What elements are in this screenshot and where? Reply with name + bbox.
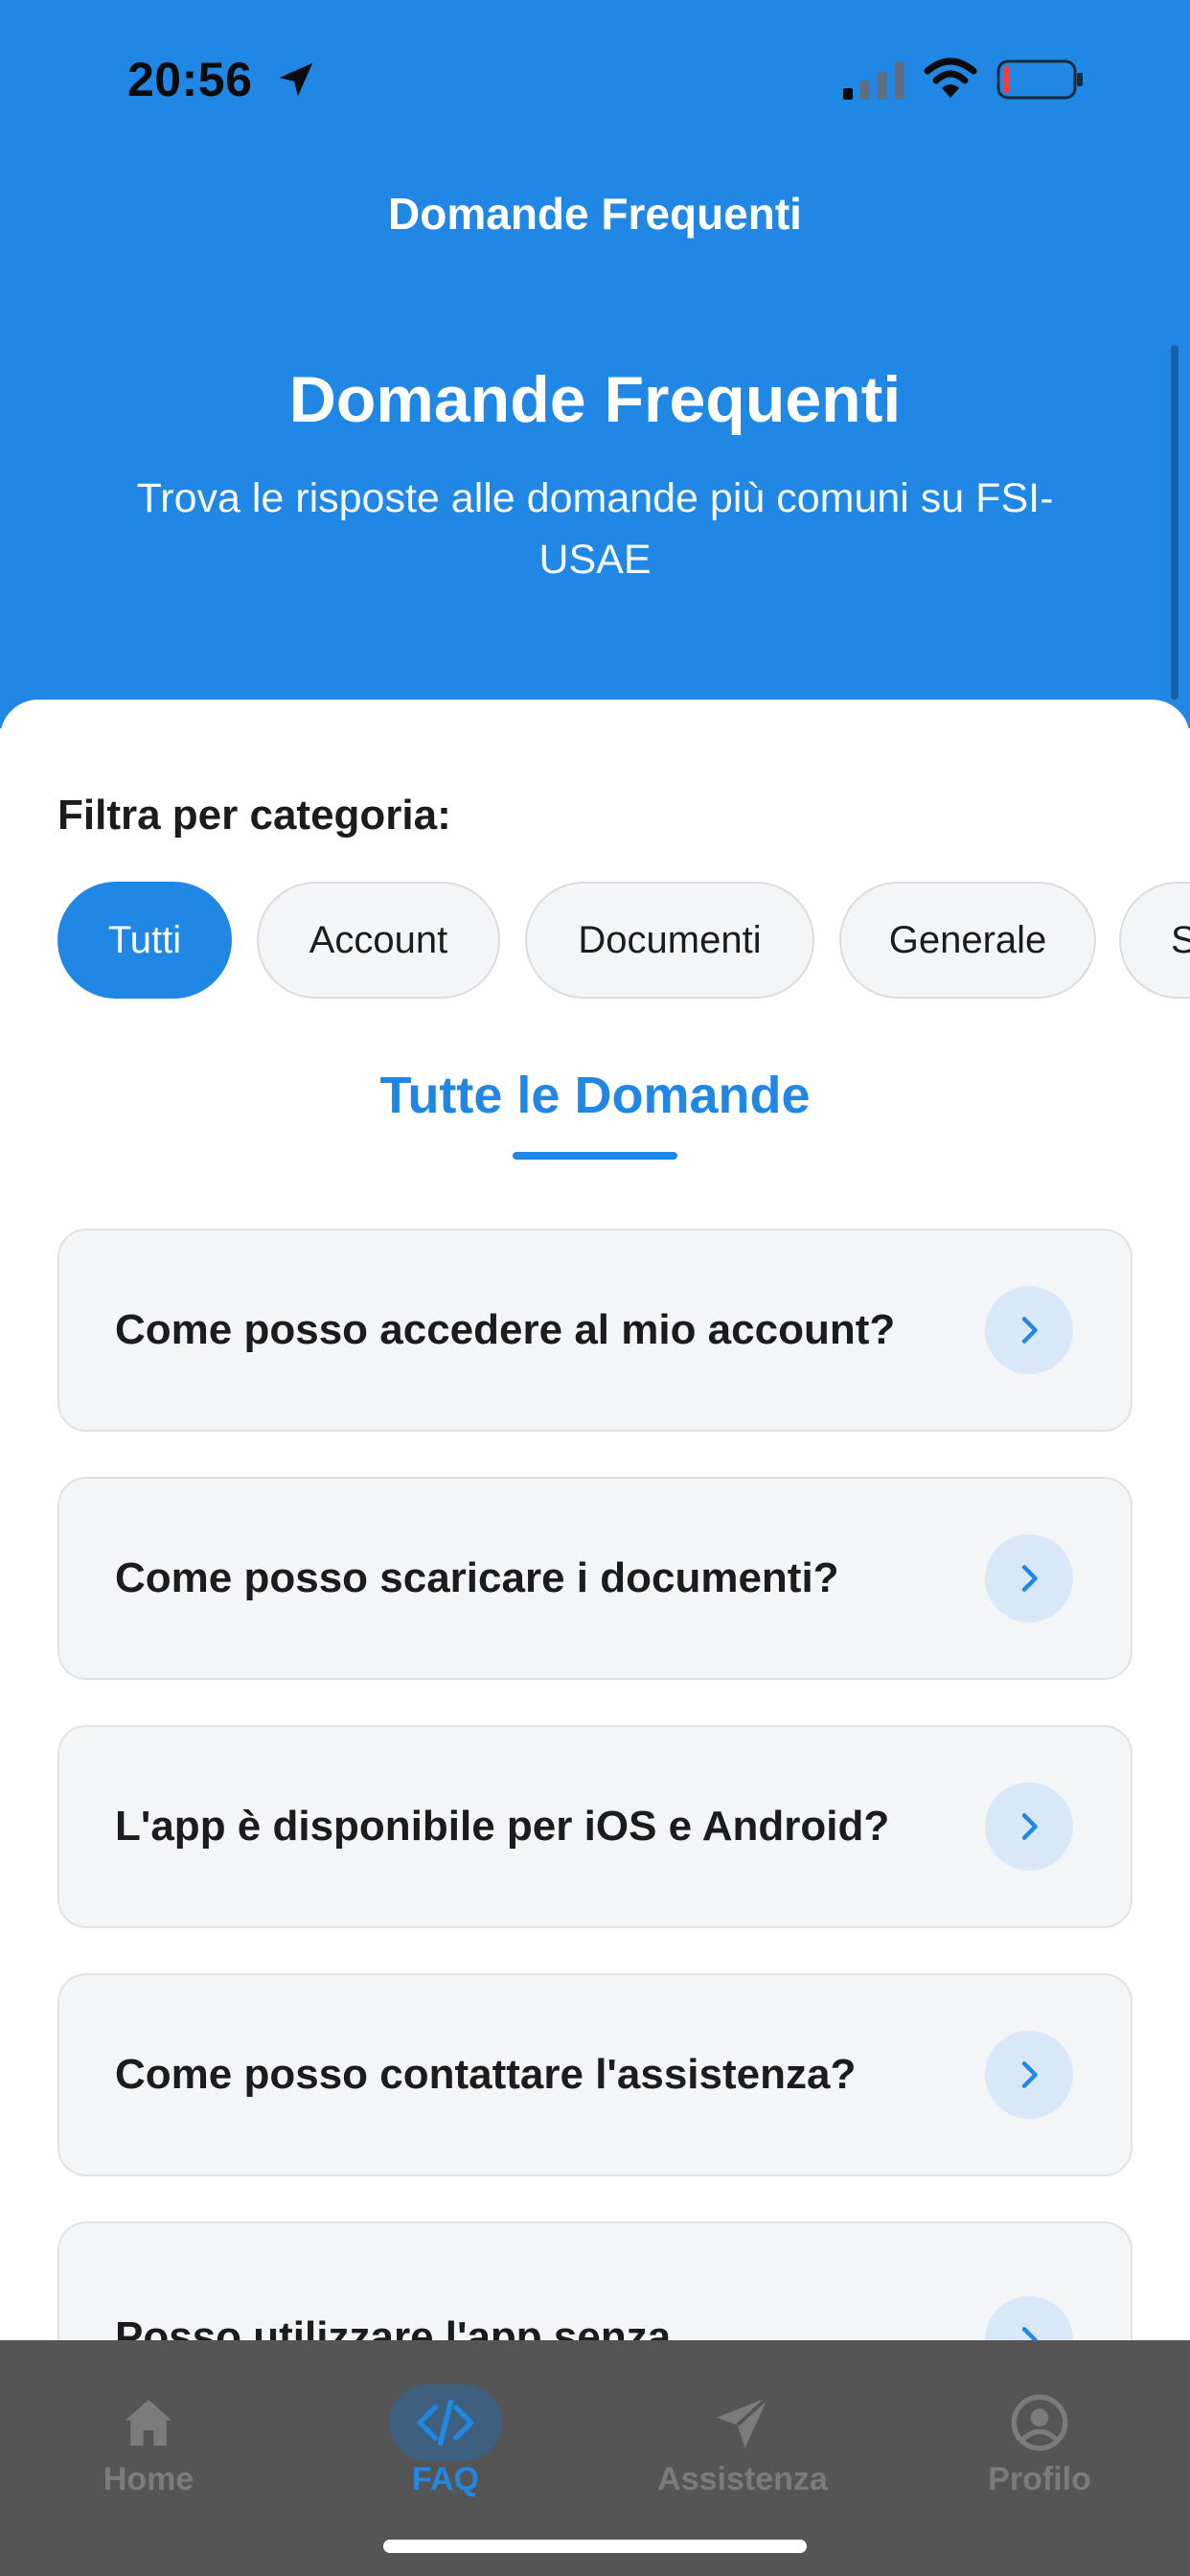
faq-item[interactable]: Come posso scaricare i documenti? (57, 1477, 1133, 1680)
tab-label: Home (103, 2461, 195, 2497)
home-icon (126, 2400, 172, 2446)
tab-label: FAQ (412, 2461, 479, 2497)
location-arrow-icon (279, 62, 313, 97)
faq-item[interactable]: Come posso accedere al mio account? (57, 1229, 1133, 1432)
tab-label: Profilo (988, 2461, 1091, 2497)
section-title: Tutte le Domande (379, 1067, 811, 1124)
chevron-right-icon (1021, 1565, 1038, 1592)
expand-button[interactable] (985, 1286, 1073, 1374)
tab-label: Assistenza (657, 2461, 828, 2497)
faq-question: Come posso accedere al mio account? (115, 1306, 896, 1353)
section-underline (513, 1152, 677, 1160)
hero-subtitle: Trova le risposte alle domande più comun… (136, 475, 1054, 583)
send-icon (717, 2395, 769, 2449)
faq-screen: 20:56 Domande Frequenti Domande Frequent… (0, 0, 1190, 2576)
category-chips: Tutti Account Documenti Generale S (0, 882, 1190, 1000)
faq-question: Come posso scaricare i documenti? (115, 1554, 839, 1601)
tab-assistenza[interactable]: Assistenza (594, 2340, 891, 2532)
tab-faq[interactable]: FAQ (297, 2340, 594, 2532)
tab-home[interactable]: Home (0, 2340, 297, 2532)
chevron-right-icon (1021, 2061, 1038, 2088)
status-time: 20:56 (127, 53, 253, 106)
status-bar: 20:56 (0, 0, 1190, 163)
battery-icon (996, 59, 1083, 100)
chip-account[interactable]: Account (257, 882, 500, 999)
faq-question: L'app è disponibile per iOS e Android? (115, 1803, 890, 1850)
expand-button[interactable] (985, 1782, 1073, 1871)
faq-item[interactable]: L'app è disponibile per iOS e Android? (57, 1725, 1133, 1928)
tab-profilo[interactable]: Profilo (891, 2340, 1188, 2532)
chip-tutti[interactable]: Tutti (57, 882, 232, 999)
home-indicator[interactable] (383, 2540, 807, 2553)
chip-generale[interactable]: Generale (839, 882, 1096, 999)
chevron-right-icon (1021, 1813, 1038, 1840)
filter-label: Filtra per categoria: (57, 792, 451, 839)
nav-title: Domande Frequenti (388, 189, 802, 239)
chevron-right-icon (1021, 1317, 1038, 1344)
expand-button[interactable] (985, 1534, 1073, 1622)
chip-documenti[interactable]: Documenti (525, 882, 814, 999)
expand-button[interactable] (985, 2031, 1073, 2119)
wifi-icon (924, 58, 977, 98)
faq-item[interactable]: Come posso contattare l'assistenza? (57, 1973, 1133, 2176)
header: 20:56 Domande Frequenti Domande Frequent… (0, 0, 1190, 728)
user-circle-icon (1011, 2394, 1068, 2451)
cellular-signal-icon (843, 61, 904, 100)
code-icon (417, 2400, 474, 2446)
faq-question: Come posso contattare l'assistenza? (115, 2051, 857, 2098)
scrollbar[interactable] (1171, 345, 1179, 700)
chip-partial[interactable]: S (1119, 882, 1190, 999)
hero-title: Domande Frequenti (288, 363, 902, 436)
